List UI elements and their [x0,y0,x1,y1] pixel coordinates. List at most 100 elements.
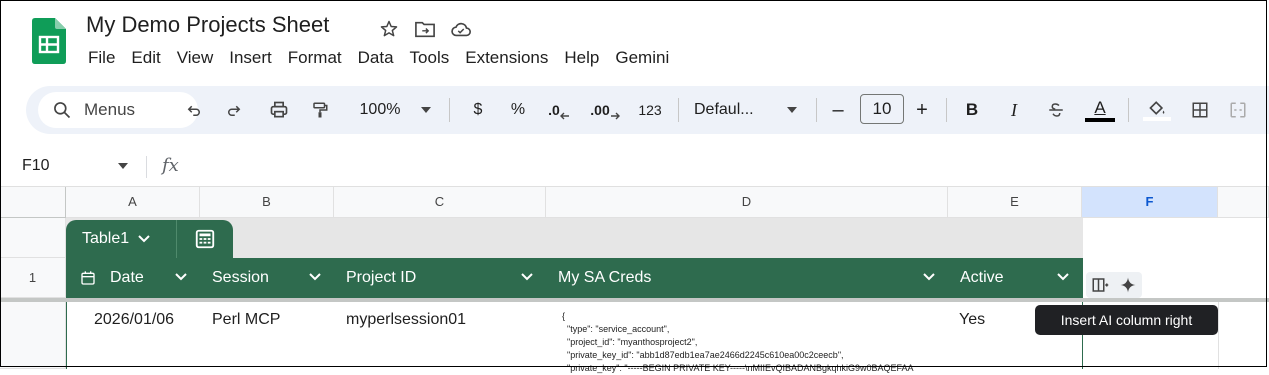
menu-data[interactable]: Data [350,46,402,70]
menu-gemini[interactable]: Gemini [607,46,677,70]
search-menus-button[interactable]: Menus [38,92,198,128]
table-header-sa-creds[interactable]: My SA Creds [546,258,948,298]
menu-view[interactable]: View [169,46,222,70]
table-header-sa-creds-label: My SA Creds [558,269,652,286]
column-header-g[interactable] [1218,187,1269,218]
ai-sparkle-icon[interactable] [1119,276,1137,294]
bold-button[interactable]: B [962,96,982,124]
table-header-session[interactable]: Session [200,258,334,298]
cell-sa-creds[interactable]: { "type": "service_account", "project_id… [562,310,914,375]
fx-icon: fx [162,155,179,176]
search-icon [54,102,71,119]
merge-cells-icon [1230,102,1246,118]
menu-bar: File Edit View Insert Format Data Tools … [80,46,677,70]
arrow-left-icon [559,112,569,120]
menu-format[interactable]: Format [280,46,350,70]
frozen-row-divider [0,298,1269,302]
document-title[interactable]: My Demo Projects Sheet [86,12,329,38]
decrease-decimal-button[interactable]: .0 [542,96,576,124]
chevron-down-icon[interactable] [174,270,188,284]
decrease-font-size-button[interactable]: – [828,96,848,124]
chevron-down-icon [138,235,150,243]
table-header-active[interactable]: Active [948,258,1082,298]
column-header-a[interactable]: A [66,187,200,218]
cell-session[interactable]: Perl MCP [212,311,280,329]
print-icon [270,101,288,118]
name-box[interactable]: F10 [22,157,50,175]
table-header-date-label: Date [110,269,144,286]
zoom-select[interactable]: 100% [352,96,408,124]
grid-line [1218,302,1219,369]
table-header-date[interactable]: Date [66,258,200,298]
strikethrough-button[interactable] [1044,96,1068,124]
star-icon[interactable] [378,18,400,40]
paint-format-button[interactable] [308,96,332,124]
toolbar-divider [946,98,947,122]
increase-font-size-button[interactable]: + [912,96,932,124]
sheets-logo-icon[interactable] [32,18,66,64]
toolbar-divider [678,98,679,122]
font-family-select[interactable]: Defaul... [694,96,774,124]
row-header-1[interactable]: 1 [0,258,66,298]
menu-help[interactable]: Help [556,46,607,70]
row-header-2[interactable] [0,302,66,369]
italic-button[interactable]: I [1004,96,1024,124]
select-all-corner[interactable] [0,187,66,218]
table-name-tab[interactable]: Table1 [66,220,176,258]
calendar-icon [81,271,95,285]
move-folder-icon[interactable] [414,18,436,40]
insert-column-right-icon[interactable] [1091,276,1109,294]
currency-format-button[interactable]: $ [466,96,490,124]
column-header-d[interactable]: D [546,187,948,218]
chevron-down-icon[interactable] [922,270,936,284]
merge-cells-button[interactable] [1226,96,1250,124]
increase-decimal-button[interactable]: .00 [586,96,624,124]
table-menu-button[interactable] [176,220,233,258]
menu-insert[interactable]: Insert [221,46,280,70]
undo-icon [187,105,200,116]
calculator-icon [195,229,215,249]
menu-file[interactable]: File [80,46,123,70]
redo-button[interactable] [222,96,246,124]
number-format-button[interactable]: 123 [634,96,666,124]
cell-date[interactable]: 2026/01/06 [94,311,174,329]
font-dropdown-icon[interactable] [786,96,798,124]
cell-project-id[interactable]: myperlsession01 [346,311,466,329]
strikethrough-icon [1049,103,1063,117]
cell-active[interactable]: Yes [959,311,985,329]
chevron-down-icon[interactable] [1056,270,1070,284]
zoom-dropdown-icon[interactable] [420,96,432,124]
menu-edit[interactable]: Edit [123,46,168,70]
formula-divider [146,156,147,178]
toolbar-divider [1128,98,1129,122]
text-color-letter: A [1094,97,1106,117]
chevron-down-icon[interactable] [520,270,534,284]
increase-decimal-label: .00 [590,102,610,118]
menu-tools[interactable]: Tools [402,46,458,70]
font-size-input[interactable]: 10 [860,94,904,124]
column-header-f[interactable]: F [1082,187,1218,218]
toolbar: Menus 100% $ % .0 .00 123 Defaul... – 10… [26,86,1269,134]
table-name: Table1 [82,230,130,247]
print-button[interactable] [266,96,292,124]
column-header-b[interactable]: B [200,187,334,218]
fill-color-button[interactable] [1142,96,1172,124]
table-header-active-label: Active [960,269,1004,286]
arrow-right-icon [610,112,620,120]
borders-button[interactable] [1188,96,1212,124]
borders-icon [1192,102,1208,118]
undo-button[interactable] [182,96,206,124]
fill-color-bar [1143,117,1171,121]
text-color-button[interactable]: A [1084,96,1116,124]
decrease-decimal-label: .0 [548,102,560,118]
menu-extensions[interactable]: Extensions [457,46,556,70]
name-box-dropdown-icon[interactable] [118,163,128,169]
paint-roller-icon [313,102,328,118]
chevron-down-icon[interactable] [308,270,322,284]
column-header-e[interactable]: E [948,187,1082,218]
row-header-table-bar [0,218,66,258]
column-header-c[interactable]: C [334,187,546,218]
percent-format-button[interactable]: % [506,96,530,124]
cloud-saved-icon[interactable] [450,18,472,40]
table-header-project-id[interactable]: Project ID [334,258,546,298]
